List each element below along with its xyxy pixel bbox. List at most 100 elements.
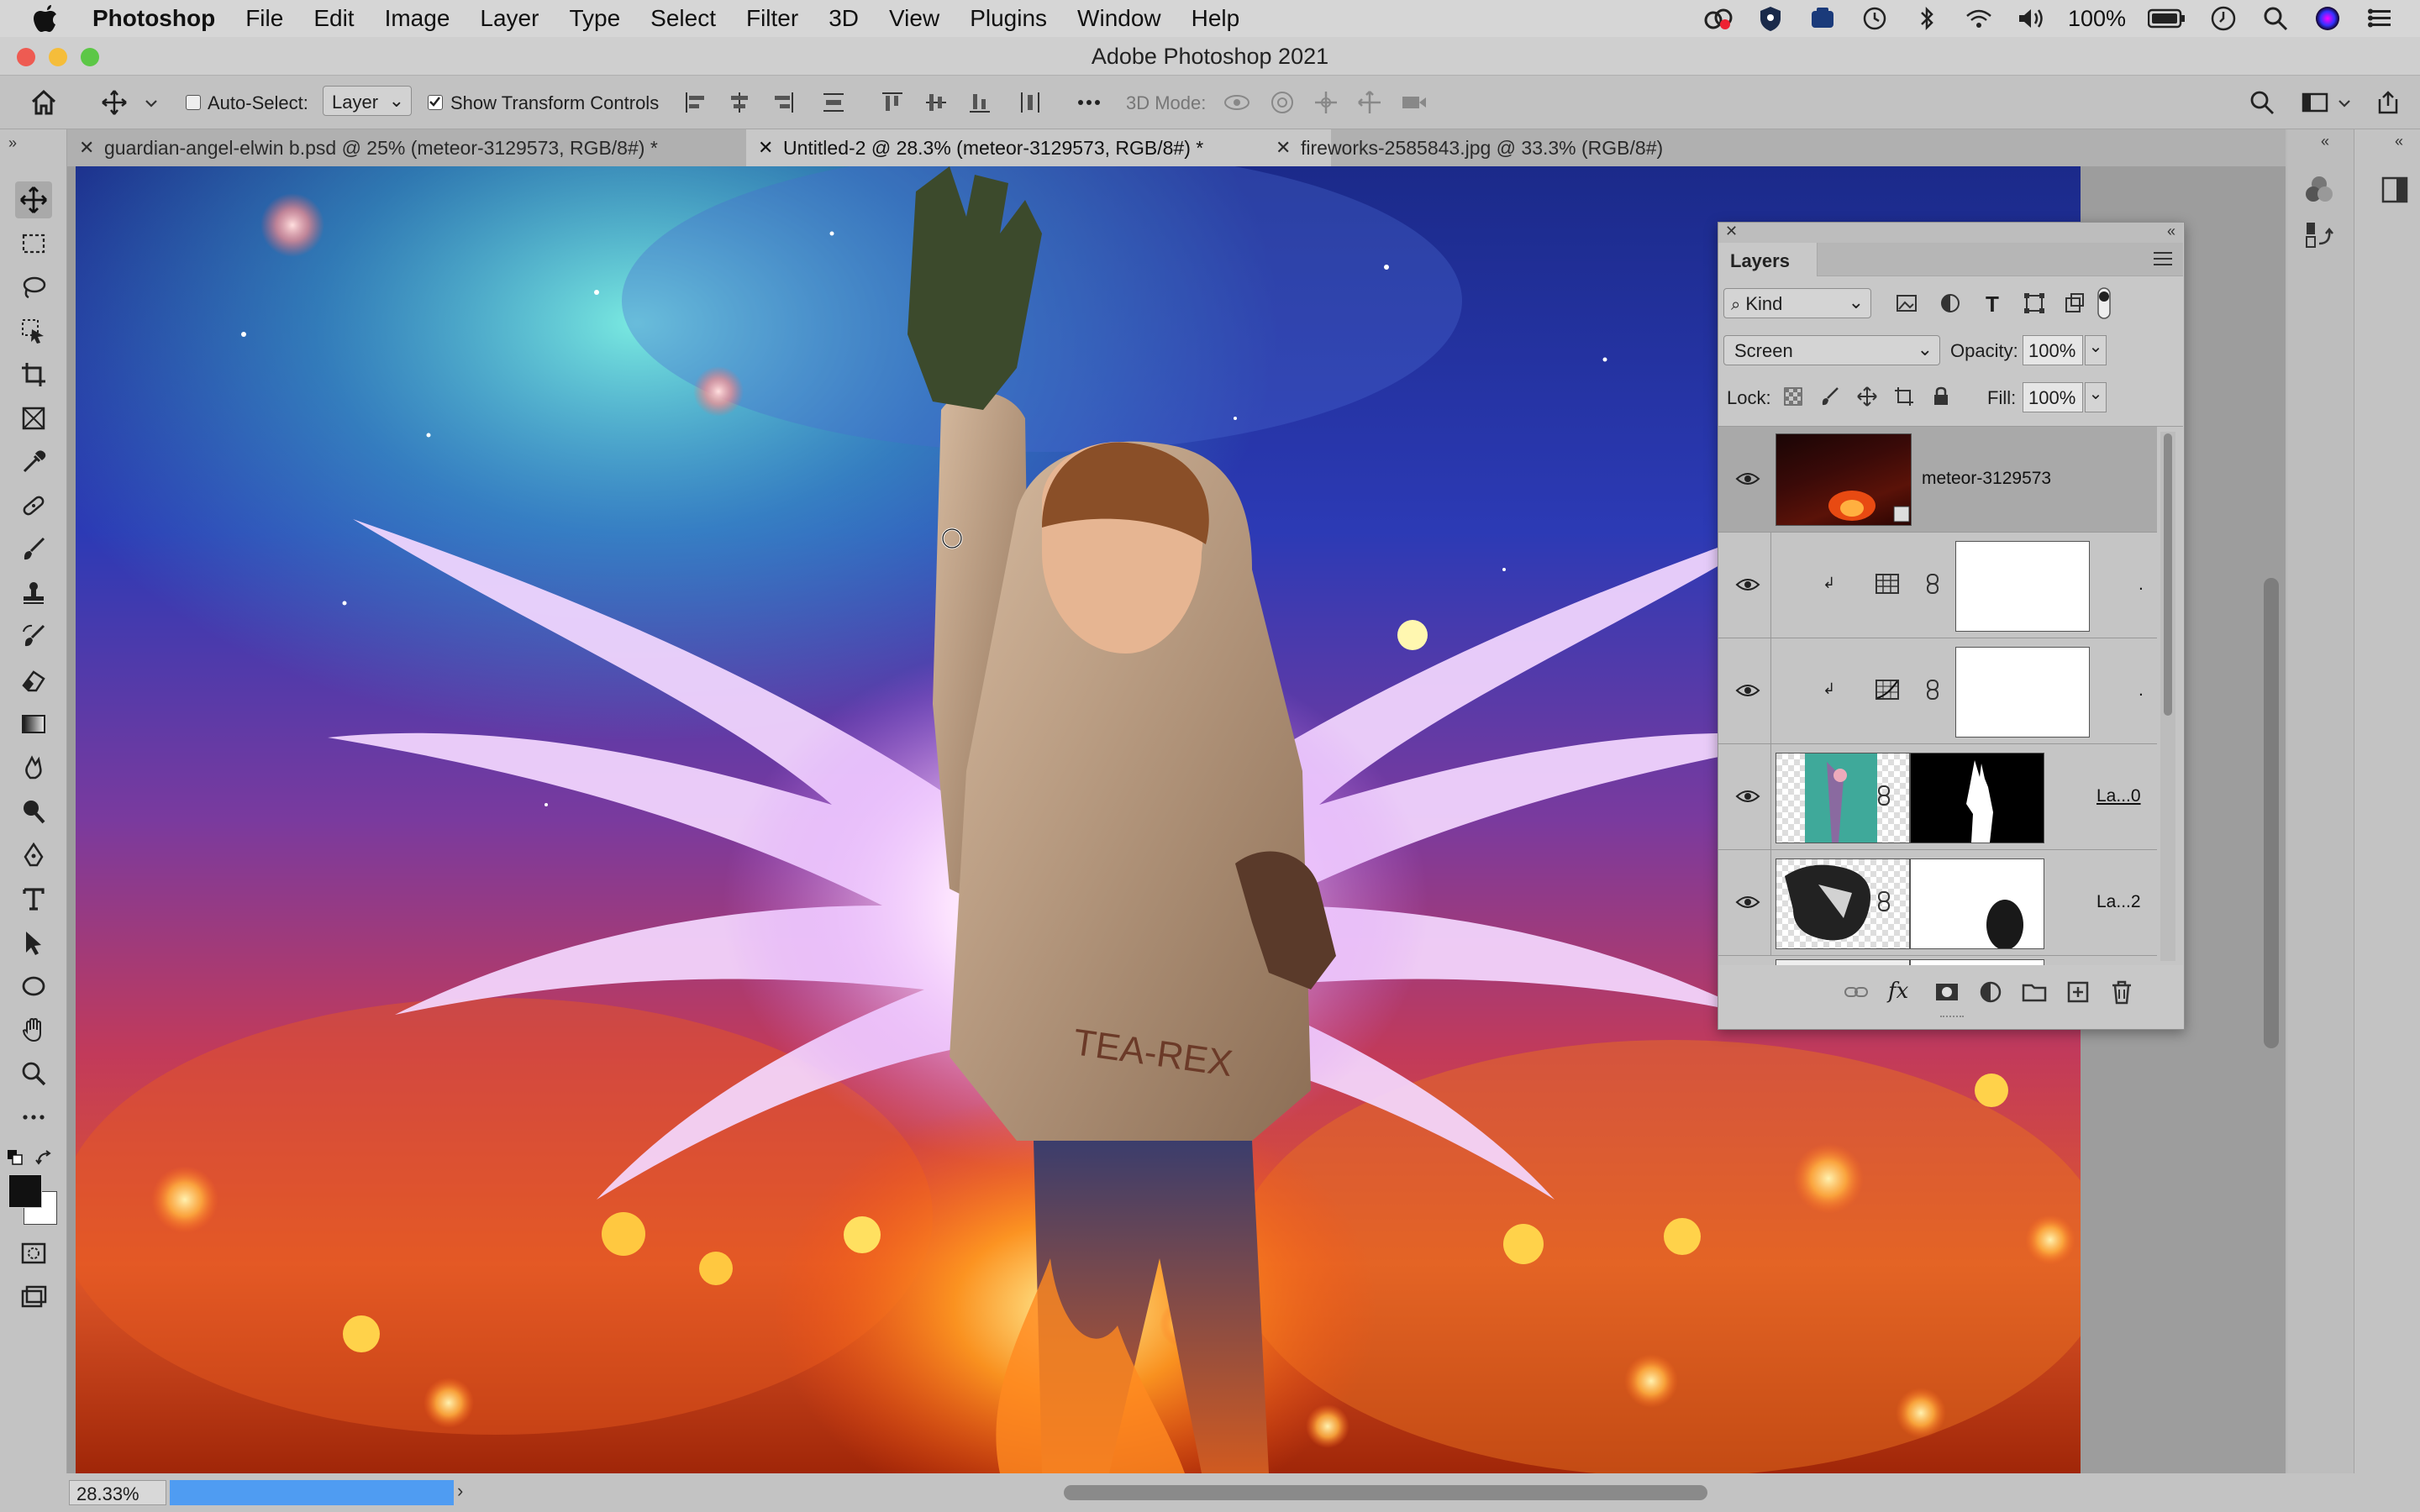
menu-3d[interactable]: 3D — [829, 5, 859, 32]
collapse-dock-icon[interactable]: « — [2321, 133, 2329, 150]
creative-cloud-icon[interactable] — [1703, 3, 1733, 34]
collapse-panel-icon[interactable]: « — [2167, 223, 2175, 240]
align-middle-icon[interactable] — [923, 89, 950, 116]
time-machine-icon[interactable] — [1860, 3, 1890, 34]
new-group-folder-icon[interactable] — [2021, 979, 2048, 1005]
blend-mode-dropdown[interactable]: Screen ⌄ — [1723, 335, 1940, 365]
battery-icon[interactable] — [2148, 3, 2186, 34]
3d-orbit-icon[interactable] — [1223, 89, 1249, 116]
menu-type[interactable]: Type — [569, 5, 620, 32]
panel-resize-grip[interactable] — [1940, 1016, 1964, 1024]
align-center-icon[interactable] — [726, 89, 753, 116]
add-mask-icon[interactable] — [1933, 979, 1960, 1005]
collapse-toolbar-icon[interactable]: » — [8, 134, 17, 152]
vertical-scrollbar[interactable] — [2257, 166, 2286, 1473]
lock-artboard-icon[interactable] — [1893, 386, 1915, 407]
collapse-dock-icon[interactable]: « — [2395, 133, 2403, 150]
3d-scale-icon[interactable] — [1400, 89, 1427, 116]
fill-slider-toggle[interactable]: ⌄ — [2085, 382, 2107, 412]
zoom-level-field[interactable]: 28.33% — [69, 1480, 166, 1505]
shield-icon[interactable] — [1755, 3, 1786, 34]
auto-select-checkbox[interactable] — [186, 95, 201, 110]
lock-transparent-icon[interactable] — [1782, 386, 1804, 407]
default-colors-icon[interactable] — [7, 1149, 24, 1166]
edit-toolbar-icon[interactable] — [15, 1099, 52, 1136]
opacity-input[interactable]: 100% — [2023, 335, 2083, 365]
eye-icon[interactable] — [1735, 470, 1760, 487]
eye-icon[interactable] — [1735, 576, 1760, 593]
align-left-icon[interactable] — [682, 89, 709, 116]
lock-position-icon[interactable] — [1856, 386, 1878, 407]
filter-kind-dropdown[interactable]: ⌕ Kind ⌄ — [1723, 288, 1871, 318]
layer-row[interactable]: ↲ . — [1718, 533, 2157, 638]
filter-adjustment-icon[interactable] — [1939, 291, 1962, 315]
filter-pixel-icon[interactable] — [1895, 291, 1918, 315]
lock-all-icon[interactable] — [1930, 386, 1952, 407]
ellipse-tool-icon[interactable] — [15, 968, 52, 1005]
3d-pan-icon[interactable] — [1313, 89, 1339, 116]
fx-button[interactable]: fx — [1888, 979, 1915, 1005]
history-panel-icon[interactable] — [2302, 218, 2336, 252]
apple-icon[interactable] — [32, 3, 64, 34]
lock-pixels-icon[interactable] — [1819, 386, 1841, 407]
menu-plugins[interactable]: Plugins — [970, 5, 1047, 32]
delete-layer-icon[interactable] — [2108, 979, 2135, 1005]
share-icon[interactable] — [2375, 89, 2402, 116]
menu-view[interactable]: View — [889, 5, 939, 32]
horizontal-scroll-thumb[interactable] — [1064, 1485, 1707, 1500]
smudge-tool-icon[interactable] — [15, 749, 52, 786]
menu-select[interactable]: Select — [650, 5, 716, 32]
app-name-menu[interactable]: Photoshop — [92, 5, 215, 32]
filter-toggle-switch[interactable] — [2096, 286, 2112, 320]
brush-tool-icon[interactable] — [15, 531, 52, 568]
fill-input[interactable]: 100% — [2023, 382, 2083, 412]
new-layer-icon[interactable] — [2065, 979, 2091, 1005]
layer-list-scrollbar[interactable] — [2160, 432, 2175, 961]
volume-icon[interactable] — [2016, 3, 2046, 34]
status-menu-chevron-icon[interactable]: › — [457, 1480, 463, 1502]
align-top-icon[interactable] — [879, 89, 906, 116]
tab-untitled-2[interactable]: ✕ Untitled-2 @ 28.3% (meteor-3129573, RG… — [746, 129, 1331, 166]
menu-help[interactable]: Help — [1192, 5, 1240, 32]
show-transform-checkbox[interactable] — [428, 95, 443, 110]
clock-icon[interactable] — [2208, 3, 2238, 34]
swap-colors-icon[interactable] — [35, 1149, 54, 1168]
workspace-icon[interactable] — [2301, 89, 2328, 116]
layer-row[interactable]: La...2 — [1718, 850, 2157, 956]
3d-roll-icon[interactable] — [1269, 89, 1296, 116]
menu-layer[interactable]: Layer — [480, 5, 539, 32]
layer-row[interactable]: ↲ . — [1718, 638, 2157, 744]
properties-panel-icon[interactable] — [2378, 173, 2412, 207]
chevron-down-icon[interactable] — [2336, 89, 2353, 116]
wifi-icon[interactable] — [1964, 3, 1994, 34]
move-tool-preset-icon[interactable] — [101, 89, 128, 116]
history-brush-tool-icon[interactable] — [15, 618, 52, 655]
control-center-icon[interactable] — [2365, 3, 2395, 34]
filter-type-icon[interactable]: T — [1981, 291, 2004, 317]
distribute-horizontal-icon[interactable] — [1017, 89, 1044, 116]
menu-edit[interactable]: Edit — [313, 5, 354, 32]
link-icon[interactable] — [1923, 573, 1942, 595]
bluetooth-icon[interactable] — [1912, 3, 1942, 34]
crop-tool-icon[interactable] — [15, 356, 52, 393]
search-icon[interactable] — [2249, 89, 2275, 116]
layer-row[interactable]: La...0 — [1718, 744, 2157, 850]
marquee-tool-icon[interactable] — [15, 225, 52, 262]
tab-guardian-angel[interactable]: ✕ guardian-angel-elwin b.psd @ 25% (mete… — [67, 129, 746, 166]
menu-window[interactable]: Window — [1077, 5, 1161, 32]
home-icon[interactable] — [30, 89, 57, 116]
link-icon[interactable] — [1875, 785, 1893, 806]
eyedropper-tool-icon[interactable] — [15, 444, 52, 480]
color-panel-icon[interactable] — [2302, 173, 2336, 207]
new-adjustment-layer-icon[interactable] — [1977, 979, 2004, 1005]
link-icon[interactable] — [1875, 890, 1893, 912]
zoom-tool-icon[interactable] — [15, 1055, 52, 1092]
path-selection-tool-icon[interactable] — [15, 924, 52, 961]
menu-file[interactable]: File — [245, 5, 283, 32]
eye-icon[interactable] — [1735, 788, 1760, 805]
foreground-color-swatch[interactable] — [8, 1174, 42, 1208]
layer-row[interactable]: meteor-3129573 — [1718, 427, 2157, 533]
close-panel-icon[interactable]: ✕ — [1725, 223, 1738, 240]
menu-filter[interactable]: Filter — [746, 5, 798, 32]
panel-menu-icon[interactable] — [2152, 249, 2174, 268]
